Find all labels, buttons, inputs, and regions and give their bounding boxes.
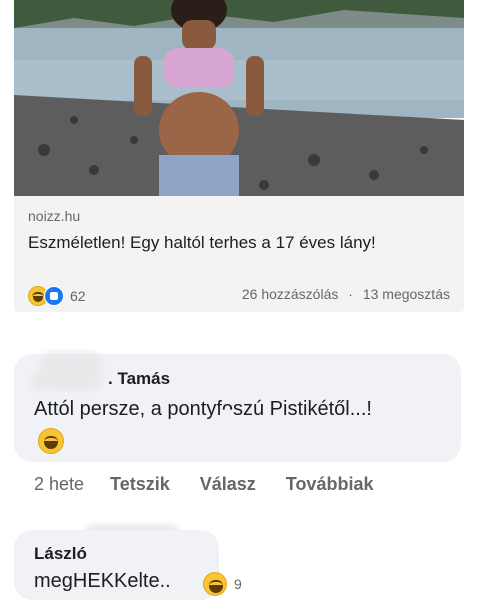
haha-icon: [203, 572, 227, 596]
like-button[interactable]: Tetszik: [110, 474, 170, 495]
comment-text: Attól persze, a pontyfᴖszú Pistikétől...…: [34, 398, 372, 420]
separator-dot: ·: [348, 286, 353, 302]
thumbnail-image: [14, 0, 464, 196]
article-thumbnail[interactable]: [14, 0, 464, 196]
more-button[interactable]: Továbbiak: [286, 474, 374, 495]
shares-count[interactable]: 13 megosztás: [363, 286, 450, 302]
redacted-name: [30, 372, 100, 390]
article-source: noizz.hu: [28, 208, 81, 224]
comment-actions: 2 hete Tetszik Válasz Továbbiak: [34, 474, 403, 495]
reaction-count: 62: [70, 288, 86, 304]
reactions-summary[interactable]: 62: [28, 286, 86, 306]
post-stats: 62 26 hozzászólás · 13 megosztás: [28, 286, 450, 308]
comment-reaction-count[interactable]: 9: [234, 576, 242, 592]
like-icon: [44, 286, 64, 306]
link-preview-card[interactable]: noizz.hu Eszméletlen! Egy haltól terhes …: [14, 0, 464, 312]
comment-text: megHEKKelte..: [34, 570, 171, 592]
haha-icon: [38, 428, 64, 454]
reply-button[interactable]: Válasz: [200, 474, 256, 495]
comment-author[interactable]: . Tamás: [108, 369, 170, 389]
engagement-counts: 26 hozzászólás · 13 megosztás: [242, 286, 450, 302]
comments-count[interactable]: 26 hozzászólás: [242, 286, 339, 302]
comment-author[interactable]: László: [34, 544, 87, 564]
comment-timestamp[interactable]: 2 hete: [34, 474, 84, 495]
article-headline[interactable]: Eszméletlen! Egy haltól terhes a 17 éves…: [28, 233, 454, 253]
